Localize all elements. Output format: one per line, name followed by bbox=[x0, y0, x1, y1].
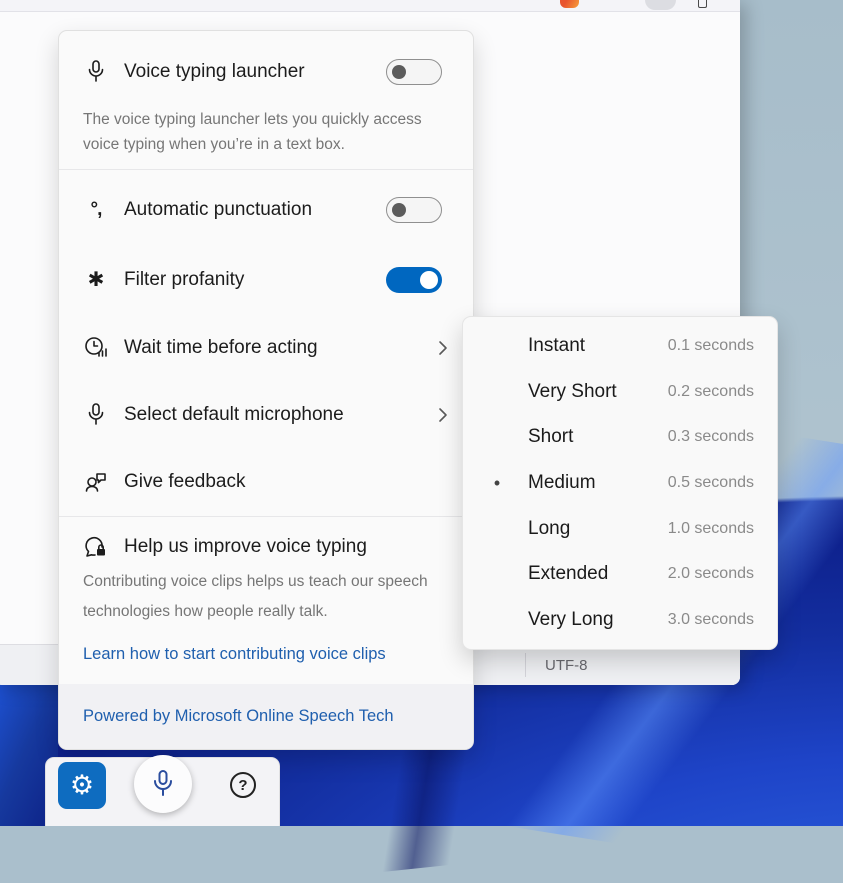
toolbar-glyph-icon bbox=[698, 0, 707, 8]
option-label: Long bbox=[528, 518, 570, 540]
option-value: 0.1 seconds bbox=[668, 337, 754, 355]
browser-logo-icon bbox=[560, 0, 579, 8]
punctuation-icon: °, bbox=[81, 199, 111, 221]
voice-typing-settings-panel: Voice typing launcher The voice typing l… bbox=[58, 30, 474, 750]
option-value: 0.3 seconds bbox=[668, 428, 754, 446]
option-label: Instant bbox=[528, 335, 585, 357]
browser-toolbar-strip bbox=[0, 0, 740, 12]
learn-link-row: Learn how to start contributing voice cl… bbox=[59, 639, 473, 669]
wait-time-option-very-short[interactable]: Very Short 0.2 seconds bbox=[463, 369, 777, 415]
toolbar-button-fragment bbox=[645, 0, 676, 10]
microphone-icon bbox=[81, 59, 111, 85]
filter-profanity-label: Filter profanity bbox=[124, 269, 244, 291]
option-value: 0.2 seconds bbox=[668, 383, 754, 401]
wait-time-clock-icon bbox=[81, 335, 111, 361]
automatic-punctuation-label: Automatic punctuation bbox=[124, 199, 312, 221]
wait-time-option-long[interactable]: Long 1.0 seconds bbox=[463, 506, 777, 552]
gear-icon: ⚙ bbox=[70, 772, 94, 799]
wait-time-option-very-long[interactable]: Very Long 3.0 seconds bbox=[463, 597, 777, 643]
voice-typing-launcher-toggle[interactable] bbox=[386, 59, 442, 85]
powered-by-link[interactable]: Powered by Microsoft Online Speech Tech bbox=[83, 707, 394, 726]
option-label: Short bbox=[528, 426, 573, 448]
status-bar-divider bbox=[525, 653, 526, 677]
give-feedback-row[interactable]: Give feedback bbox=[59, 449, 473, 515]
filter-profanity-row[interactable]: ✱ Filter profanity bbox=[59, 245, 473, 315]
option-value: 1.0 seconds bbox=[668, 520, 754, 538]
wait-time-row[interactable]: Wait time before acting bbox=[59, 315, 473, 381]
help-improve-label: Help us improve voice typing bbox=[124, 536, 367, 558]
filter-profanity-toggle[interactable] bbox=[386, 267, 442, 293]
asterisk-icon: ✱ bbox=[81, 270, 111, 290]
voice-typing-mic-button[interactable] bbox=[134, 755, 192, 813]
option-label: Very Short bbox=[528, 381, 617, 403]
settings-gear-button[interactable]: ⚙ bbox=[58, 762, 106, 809]
give-feedback-label: Give feedback bbox=[124, 471, 245, 493]
encoding-label: UTF-8 bbox=[545, 645, 588, 685]
help-button[interactable]: ? bbox=[230, 772, 256, 798]
selected-bullet-icon: • bbox=[490, 473, 504, 494]
wait-time-option-extended[interactable]: Extended 2.0 seconds bbox=[463, 552, 777, 598]
wait-time-option-instant[interactable]: Instant 0.1 seconds bbox=[463, 323, 777, 369]
wait-time-option-medium[interactable]: • Medium 0.5 seconds bbox=[463, 460, 777, 506]
wait-time-label: Wait time before acting bbox=[124, 337, 318, 359]
option-value: 2.0 seconds bbox=[668, 565, 754, 583]
help-improve-description: Contributing voice clips helps us teach … bbox=[83, 567, 439, 627]
automatic-punctuation-toggle[interactable] bbox=[386, 197, 442, 223]
launcher-description: The voice typing launcher lets you quick… bbox=[83, 107, 443, 157]
chevron-right-icon bbox=[433, 338, 453, 358]
learn-voice-clips-link[interactable]: Learn how to start contributing voice cl… bbox=[83, 645, 386, 664]
select-microphone-label: Select default microphone bbox=[124, 404, 344, 426]
voice-typing-launcher-label: Voice typing launcher bbox=[124, 61, 305, 83]
privacy-chat-lock-icon bbox=[81, 534, 111, 560]
section-divider bbox=[59, 516, 473, 517]
select-microphone-row[interactable]: Select default microphone bbox=[59, 381, 473, 449]
question-mark-icon: ? bbox=[238, 777, 247, 794]
voice-typing-launcher-row[interactable]: Voice typing launcher bbox=[59, 45, 473, 99]
automatic-punctuation-row[interactable]: °, Automatic punctuation bbox=[59, 175, 473, 245]
wait-time-submenu: Instant 0.1 seconds Very Short 0.2 secon… bbox=[462, 316, 778, 650]
option-value: 0.5 seconds bbox=[668, 474, 754, 492]
option-label: Medium bbox=[528, 472, 596, 494]
mic-icon bbox=[150, 769, 176, 799]
section-divider bbox=[59, 169, 473, 170]
wait-time-option-short[interactable]: Short 0.3 seconds bbox=[463, 414, 777, 460]
voice-typing-toolbar: ⚙ ? bbox=[45, 757, 280, 826]
panel-footer: Powered by Microsoft Online Speech Tech bbox=[59, 684, 473, 749]
chevron-right-icon bbox=[433, 405, 453, 425]
feedback-icon bbox=[81, 469, 111, 495]
option-value: 3.0 seconds bbox=[668, 611, 754, 629]
option-label: Very Long bbox=[528, 609, 614, 631]
option-label: Extended bbox=[528, 563, 608, 585]
microphone-icon bbox=[81, 402, 111, 428]
